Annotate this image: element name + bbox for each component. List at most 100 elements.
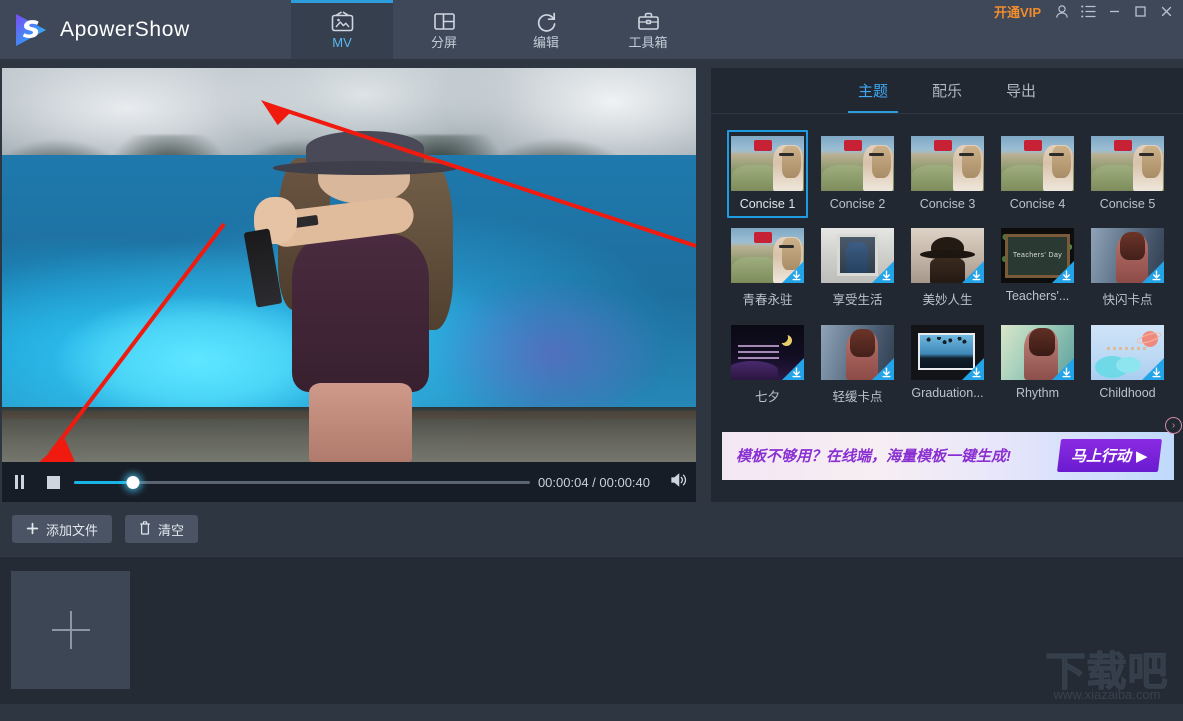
template-label: 美妙人生 (922, 289, 972, 308)
tab-edit[interactable]: 编辑 (495, 0, 597, 59)
file-actions: 添加文件 清空 (12, 515, 198, 543)
tab-mv-label: MV (332, 36, 352, 50)
template-thumbnail (1091, 325, 1164, 380)
template-item[interactable]: 美妙人生 (907, 222, 988, 315)
tab-split-screen[interactable]: 分屏 (393, 0, 495, 59)
template-item[interactable]: Rhythm (997, 319, 1078, 412)
footer-bar (0, 704, 1183, 721)
mv-tag-icon (1024, 140, 1042, 151)
video-preview[interactable] (2, 68, 696, 462)
tab-toolbox-label: 工具箱 (628, 36, 667, 50)
main-tabs: MV 分屏 编辑 (291, 0, 699, 59)
seek-track (74, 481, 530, 484)
tab-theme[interactable]: 主题 (854, 69, 892, 112)
close-icon[interactable] (1153, 0, 1179, 22)
template-thumbnail (731, 325, 804, 380)
seek-handle[interactable] (127, 476, 140, 489)
seek-bar[interactable] (74, 462, 530, 502)
player-controls: 00:00:04 / 00:00:40 (2, 462, 696, 502)
template-label: Concise 1 (740, 197, 796, 211)
template-label: 青春永驻 (742, 289, 792, 308)
template-thumbnail: Teachers' Day (1001, 228, 1074, 283)
mv-tv-icon (330, 9, 355, 34)
template-item[interactable]: 七夕 (727, 319, 808, 412)
template-item[interactable]: Concise 5 (1087, 130, 1168, 218)
time-display: 00:00:04 / 00:00:40 (538, 475, 650, 490)
template-thumbnail (1001, 325, 1074, 380)
template-item[interactable]: Teachers' Day Teachers'... (997, 222, 1078, 315)
template-label: Childhood (1099, 386, 1155, 400)
template-label: Concise 5 (1100, 197, 1156, 211)
template-item[interactable]: Graduation... (907, 319, 988, 412)
template-item[interactable]: Childhood (1087, 319, 1168, 412)
plus-icon (52, 611, 90, 649)
app-window: ApowerShow MV (0, 0, 1183, 721)
clear-button[interactable]: 清空 (125, 515, 198, 543)
promo-cta-label: 马上行动 (1071, 445, 1131, 466)
template-label: 快闪卡点 (1102, 289, 1152, 308)
list-menu-icon[interactable] (1075, 0, 1101, 22)
vip-upgrade-button[interactable]: 开通VIP (986, 2, 1049, 21)
play-logo-icon (12, 11, 50, 49)
tab-edit-label: 编辑 (533, 36, 559, 50)
window-controls: 开通VIP (986, 0, 1179, 22)
title-bar: ApowerShow MV (0, 0, 1183, 59)
promo-cta-button[interactable]: 马上行动 ▶ (1057, 439, 1162, 472)
pause-button[interactable] (2, 462, 36, 502)
preview-frame-image (2, 68, 696, 462)
add-media-slot[interactable] (11, 571, 130, 689)
brand: ApowerShow (12, 11, 190, 49)
template-item[interactable]: 青春永驻 (727, 222, 808, 315)
tab-mv[interactable]: MV (291, 0, 393, 59)
template-thumbnail (911, 325, 984, 380)
template-label: Graduation... (911, 386, 983, 400)
promo-cta-arrow-icon: ▶ (1136, 447, 1148, 465)
mv-tag-icon (754, 232, 772, 243)
pause-icon (15, 475, 24, 489)
template-thumbnail (911, 136, 984, 191)
template-label: 享受生活 (832, 289, 882, 308)
user-account-icon[interactable] (1049, 0, 1075, 22)
panel-tabs: 主题 配乐 导出 (711, 68, 1183, 114)
toolbox-icon (637, 9, 660, 34)
tab-music[interactable]: 配乐 (928, 69, 966, 112)
template-label: Teachers'... (1006, 289, 1070, 303)
template-item[interactable]: Concise 2 (817, 130, 898, 218)
mv-tag-icon (754, 140, 772, 151)
tab-export[interactable]: 导出 (1002, 69, 1040, 112)
template-item[interactable]: 享受生活 (817, 222, 898, 315)
chevron-right-icon[interactable]: › (1165, 417, 1182, 434)
seek-fill (74, 481, 133, 484)
tab-toolbox[interactable]: 工具箱 (597, 0, 699, 59)
maximize-icon[interactable] (1127, 0, 1153, 22)
mv-tag-icon (844, 140, 862, 151)
template-label: Concise 2 (830, 197, 886, 211)
timeline-area (0, 556, 1183, 704)
template-grid: Concise 1 Concise 2 Concise 3 Concise 4 Conc… (711, 114, 1183, 412)
promo-banner[interactable]: 模板不够用？在线端，海量模板一键生成! 马上行动 ▶ (722, 432, 1174, 480)
add-files-label: 添加文件 (46, 520, 98, 539)
template-thumbnail (821, 136, 894, 191)
template-label: 七夕 (755, 386, 780, 405)
template-item[interactable]: Concise 1 (727, 130, 808, 218)
template-label: Rhythm (1016, 386, 1059, 400)
template-label: Concise 3 (920, 197, 976, 211)
stop-icon (47, 476, 60, 489)
template-item[interactable]: Concise 3 (907, 130, 988, 218)
volume-button[interactable] (662, 462, 696, 502)
template-label: Concise 4 (1010, 197, 1066, 211)
add-files-button[interactable]: 添加文件 (12, 515, 112, 543)
stop-button[interactable] (36, 462, 70, 502)
promo-banner-text: 模板不够用？在线端，海量模板一键生成! (736, 445, 1011, 466)
volume-on-icon (670, 472, 688, 493)
template-thumbnail (1001, 136, 1074, 191)
plus-icon (26, 522, 39, 537)
template-item[interactable]: 轻缓卡点 (817, 319, 898, 412)
clear-label: 清空 (158, 520, 184, 539)
template-item[interactable]: 快闪卡点 (1087, 222, 1168, 315)
trash-icon (139, 521, 151, 537)
minimize-icon[interactable] (1101, 0, 1127, 22)
tab-split-screen-label: 分屏 (431, 36, 457, 50)
brand-name: ApowerShow (60, 18, 190, 42)
template-item[interactable]: Concise 4 (997, 130, 1078, 218)
